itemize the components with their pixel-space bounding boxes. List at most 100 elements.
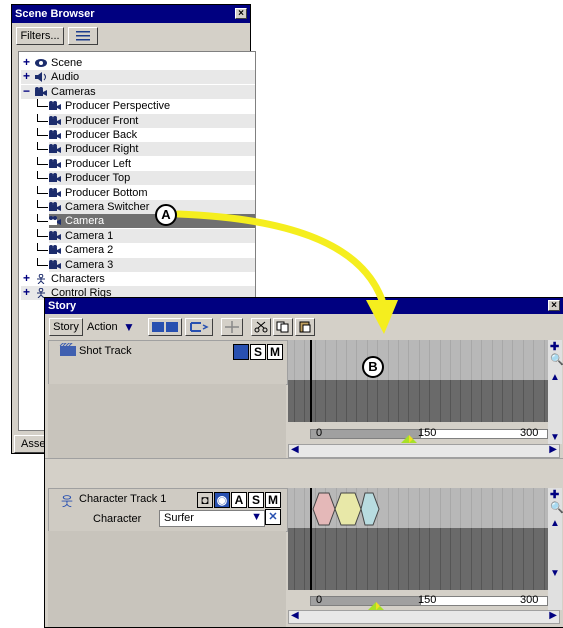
tree-item-label: Producer Back xyxy=(65,129,138,142)
cut-button[interactable] xyxy=(251,318,271,336)
shot-track-ruler[interactable]: 0 150 300 xyxy=(288,422,548,444)
action-label: Action xyxy=(87,321,118,333)
shot-track-clip-area[interactable] xyxy=(288,380,548,422)
story-titlebar[interactable]: Story × xyxy=(45,298,563,314)
collapse-icon[interactable]: − xyxy=(23,84,30,98)
expand-icon[interactable]: + xyxy=(23,69,30,83)
tree-item[interactable]: Camera xyxy=(37,214,255,229)
expand-icon[interactable]: + xyxy=(23,55,30,69)
shot-track-solo-button[interactable]: S xyxy=(250,344,266,360)
timeline-gridline xyxy=(439,340,441,380)
timeline-gridline xyxy=(533,340,535,380)
timeline-gridline xyxy=(450,380,451,422)
scroll-up-icon[interactable]: ▲ xyxy=(550,518,560,529)
character-track-view-button[interactable]: ◉ xyxy=(214,492,230,508)
zoom-in-icon[interactable]: ✚ xyxy=(550,488,559,501)
character-icon: 웃 xyxy=(61,494,73,509)
tree-item[interactable]: + Audio xyxy=(21,69,255,85)
tree-item[interactable]: Producer Left xyxy=(37,156,255,171)
scroll-right-icon[interactable]: ▶ xyxy=(549,444,557,455)
character-pick-button[interactable]: ✕ xyxy=(265,509,281,525)
audio-icon xyxy=(35,72,47,83)
shot-track-label: Shot Track xyxy=(79,345,132,357)
expand-icon[interactable]: + xyxy=(23,285,30,299)
timeline-gridline xyxy=(522,380,524,422)
character-track-ruler[interactable]: 0 150 300 xyxy=(288,590,548,610)
close-icon[interactable]: × xyxy=(548,300,560,311)
layout-toggle-button[interactable] xyxy=(148,318,182,336)
shot-track-view-button[interactable] xyxy=(233,344,249,360)
timeline-gridline xyxy=(304,488,306,528)
timeline-gridline xyxy=(387,528,389,590)
scene-browser-titlebar[interactable]: Scene Browser × xyxy=(12,5,250,23)
expand-icon[interactable]: + xyxy=(23,271,30,285)
tree-connector xyxy=(37,113,48,122)
list-view-button[interactable] xyxy=(68,27,98,45)
playhead-line[interactable] xyxy=(310,380,312,422)
timeline-gridline xyxy=(304,380,306,422)
tree-item[interactable]: Producer Front xyxy=(37,113,255,128)
close-icon[interactable]: × xyxy=(235,8,247,19)
tree-item[interactable]: Producer Right xyxy=(37,142,255,157)
tree-item[interactable]: Camera Switcher xyxy=(37,200,255,214)
character-clip-thumbnails[interactable] xyxy=(311,491,381,527)
tree-item[interactable]: + Scene xyxy=(21,55,255,70)
timeline-gridline xyxy=(470,528,472,590)
tree-item[interactable]: Camera 1 xyxy=(37,228,255,243)
scroll-left-icon[interactable]: ◀ xyxy=(291,610,299,621)
scroll-right-icon[interactable]: ▶ xyxy=(549,610,557,621)
shot-track-vscroll[interactable]: ✚ 🔍 ▲ ▼ xyxy=(548,340,563,444)
split-button[interactable] xyxy=(221,318,243,336)
timeline-gridline xyxy=(533,488,535,528)
tree-item[interactable]: Producer Perspective xyxy=(37,99,255,113)
character-track-vscroll[interactable]: ✚ 🔍 ▲ ▼ xyxy=(548,488,563,610)
character-track-animate-button[interactable]: A xyxy=(231,492,247,508)
tree-item[interactable]: Producer Back xyxy=(37,128,255,142)
tree-item[interactable]: + Characters xyxy=(21,271,255,286)
tree-item[interactable]: Camera 2 xyxy=(37,243,255,257)
paste-icon xyxy=(299,321,311,333)
snap-button[interactable] xyxy=(185,318,213,336)
tree-item[interactable]: − Cameras xyxy=(21,84,255,99)
magnify-icon[interactable]: 🔍 xyxy=(550,353,563,366)
tree-item[interactable]: Camera 3 xyxy=(37,257,255,272)
timeline-gridline xyxy=(398,380,399,422)
scroll-down-icon[interactable]: ▼ xyxy=(550,568,560,579)
tree-item[interactable]: Producer Top xyxy=(37,171,255,186)
shot-track-timeline[interactable] xyxy=(288,340,548,380)
tree-item[interactable]: Producer Bottom xyxy=(37,185,255,200)
chevron-down-icon[interactable]: ▼ xyxy=(251,511,262,523)
shot-track-mute-button[interactable]: M xyxy=(267,344,283,360)
tab-story[interactable]: Story xyxy=(49,318,83,336)
scroll-left-icon[interactable]: ◀ xyxy=(291,444,299,455)
character-track-clip-area[interactable] xyxy=(288,528,548,590)
copy-button[interactable] xyxy=(273,318,293,336)
timeline-gridline xyxy=(314,340,316,380)
camera-icon xyxy=(49,230,61,241)
tree-item-label: Producer Perspective xyxy=(65,100,171,113)
character-track-ghost-button[interactable]: ◘ xyxy=(197,492,213,508)
filters-button[interactable]: Filters... xyxy=(16,27,64,45)
shot-track-header[interactable]: Shot Track S M xyxy=(48,340,288,385)
scroll-up-icon[interactable]: ▲ xyxy=(550,372,560,383)
paste-button[interactable] xyxy=(295,318,315,336)
shot-track-hscroll[interactable]: ◀ ▶ xyxy=(288,444,560,458)
timeline-gridline xyxy=(460,340,462,380)
character-track-hscroll[interactable]: ◀ ▶ xyxy=(288,610,560,624)
playhead-line[interactable] xyxy=(310,528,312,590)
tab-assets[interactable]: Asse xyxy=(14,435,48,453)
character-track-mute-button[interactable]: M xyxy=(265,492,281,508)
tree-item-label: Camera 3 xyxy=(65,258,114,271)
character-select[interactable]: Surfer ▼ xyxy=(159,510,265,527)
magnify-icon[interactable]: 🔍 xyxy=(550,501,563,514)
character-track-solo-button[interactable]: S xyxy=(248,492,264,508)
playhead-line[interactable] xyxy=(310,340,312,380)
timeline-gridline xyxy=(387,380,389,422)
zoom-in-icon[interactable]: ✚ xyxy=(550,340,559,353)
action-dropdown[interactable]: Action ▼ xyxy=(85,318,139,336)
scroll-down-icon[interactable]: ▼ xyxy=(550,432,560,443)
tree-item-label: Scene xyxy=(51,57,83,70)
character-track-header[interactable]: 웃 Character Track 1 ◘ ◉ A S M Character … xyxy=(48,488,288,532)
timeline-gridline xyxy=(366,380,368,422)
timeline-gridline xyxy=(418,380,420,422)
